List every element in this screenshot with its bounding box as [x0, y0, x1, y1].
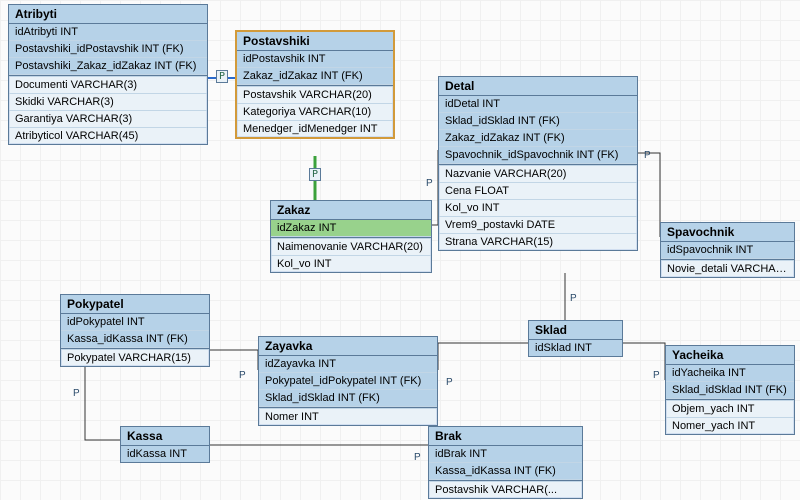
entity-pk-field: Zakaz_idZakaz INT (FK) — [439, 130, 637, 147]
rel-label-p: P — [309, 168, 321, 181]
rel-label-p: P — [412, 452, 423, 463]
rel-label-p: P — [642, 150, 653, 161]
rel-label-p: P — [424, 178, 435, 189]
entity-title: Atribyti — [9, 5, 207, 24]
entity-field: Naimenovanie VARCHAR(20) — [271, 239, 431, 256]
rel-label-p: P — [651, 370, 662, 381]
rel-label-p: P — [216, 70, 228, 83]
entity-field: Cena FLOAT — [439, 183, 637, 200]
entity-field: Vrem9_postavki DATE — [439, 217, 637, 234]
entity-pk-field: Sklad_idSklad INT (FK) — [259, 390, 437, 407]
entity-pk-field: idBrak INT — [429, 446, 582, 463]
entity-pk-field: Kassa_idKassa INT (FK) — [429, 463, 582, 480]
entity-field: Nomer INT — [259, 409, 437, 425]
entity-pk-field: Spavochnik_idSpavochnik INT (FK) — [439, 147, 637, 164]
entity-field: Pokypatel VARCHAR(15) — [61, 350, 209, 366]
entity-field: Atribyticol VARCHAR(45) — [9, 128, 207, 144]
entity-zakaz[interactable]: ZakazidZakaz INT Naimenovanie VARCHAR(20)… — [270, 200, 432, 273]
entity-pk-field: Sklad_idSklad INT (FK) — [439, 113, 637, 130]
entity-field: Kol_vo INT — [271, 256, 431, 272]
entity-field: Menedger_idMenedger INT — [237, 121, 393, 137]
entity-field: Objem_yach INT — [666, 401, 794, 418]
entity-field: Strana VARCHAR(15) — [439, 234, 637, 250]
entity-postavshiki[interactable]: PostavshikiidPostavshik INTZakaz_idZakaz… — [235, 30, 395, 139]
entity-brak[interactable]: BrakidBrak INTKassa_idKassa INT (FK) Post… — [428, 426, 583, 499]
entity-title: Yacheika — [666, 346, 794, 365]
entity-field: Nomer_yach INT — [666, 418, 794, 434]
rel-label-p: P — [444, 377, 455, 388]
entity-pk-field: Kassa_idKassa INT (FK) — [61, 331, 209, 348]
entity-pk-field: idAtribyti INT — [9, 24, 207, 41]
entity-pk-field: idDetal INT — [439, 96, 637, 113]
entity-title: Brak — [429, 427, 582, 446]
entity-field: Kol_vo INT — [439, 200, 637, 217]
entity-sklad[interactable]: SkladidSklad INT — [528, 320, 623, 357]
entity-title: Detal — [439, 77, 637, 96]
entity-zayavka[interactable]: ZayavkaidZayavka INTPokypatel_idPokypate… — [258, 336, 438, 426]
entity-pk-field: idYacheika INT — [666, 365, 794, 382]
entity-pk-field: idKassa INT — [121, 446, 209, 462]
entity-atribyti[interactable]: AtribytiidAtribyti INTPostavshiki_idPost… — [8, 4, 208, 145]
entity-field: Nazvanie VARCHAR(20) — [439, 166, 637, 183]
entity-title: Kassa — [121, 427, 209, 446]
entity-field: Garantiya VARCHAR(3) — [9, 111, 207, 128]
entity-field: Postavshik VARCHAR(... — [429, 482, 582, 498]
entity-title: Zayavka — [259, 337, 437, 356]
entity-pk-field: idPokypatel INT — [61, 314, 209, 331]
entity-pk-field: Postavshiki_idPostavshik INT (FK) — [9, 41, 207, 58]
entity-field: Skidki VARCHAR(3) — [9, 94, 207, 111]
entity-title: Sklad — [529, 321, 622, 340]
entity-title: Spavochnik — [661, 223, 794, 242]
entity-field: Documenti VARCHAR(3) — [9, 77, 207, 94]
entity-pk-field: idZakaz INT — [271, 220, 431, 237]
rel-label-p: P — [568, 293, 579, 304]
entity-pk-field: Zakaz_idZakaz INT (FK) — [237, 68, 393, 85]
entity-pk-field: idPostavshik INT — [237, 51, 393, 68]
rel-label-p: P — [71, 388, 82, 399]
entity-field: Kategoriya VARCHAR(10) — [237, 104, 393, 121]
entity-field: Postavshik VARCHAR(20) — [237, 87, 393, 104]
entity-pk-field: Postavshiki_Zakaz_idZakaz INT (FK) — [9, 58, 207, 75]
entity-pk-field: idSklad INT — [529, 340, 622, 356]
entity-title: Postavshiki — [237, 32, 393, 51]
entity-detal[interactable]: DetalidDetal INTSklad_idSklad INT (FK)Za… — [438, 76, 638, 251]
entity-field: Novie_detali VARCHAR(20) — [661, 261, 794, 277]
entity-pk-field: idZayavka INT — [259, 356, 437, 373]
entity-pokypatel[interactable]: PokypatelidPokypatel INTKassa_idKassa IN… — [60, 294, 210, 367]
entity-yacheika[interactable]: YacheikaidYacheika INTSklad_idSklad INT … — [665, 345, 795, 435]
entity-spavochnik[interactable]: SpavochnikidSpavochnik INT Novie_detali V… — [660, 222, 795, 278]
entity-title: Zakaz — [271, 201, 431, 220]
entity-title: Pokypatel — [61, 295, 209, 314]
entity-pk-field: Pokypatel_idPokypatel INT (FK) — [259, 373, 437, 390]
entity-kassa[interactable]: KassaidKassa INT — [120, 426, 210, 463]
entity-pk-field: Sklad_idSklad INT (FK) — [666, 382, 794, 399]
rel-label-p: P — [237, 370, 248, 381]
entity-pk-field: idSpavochnik INT — [661, 242, 794, 259]
